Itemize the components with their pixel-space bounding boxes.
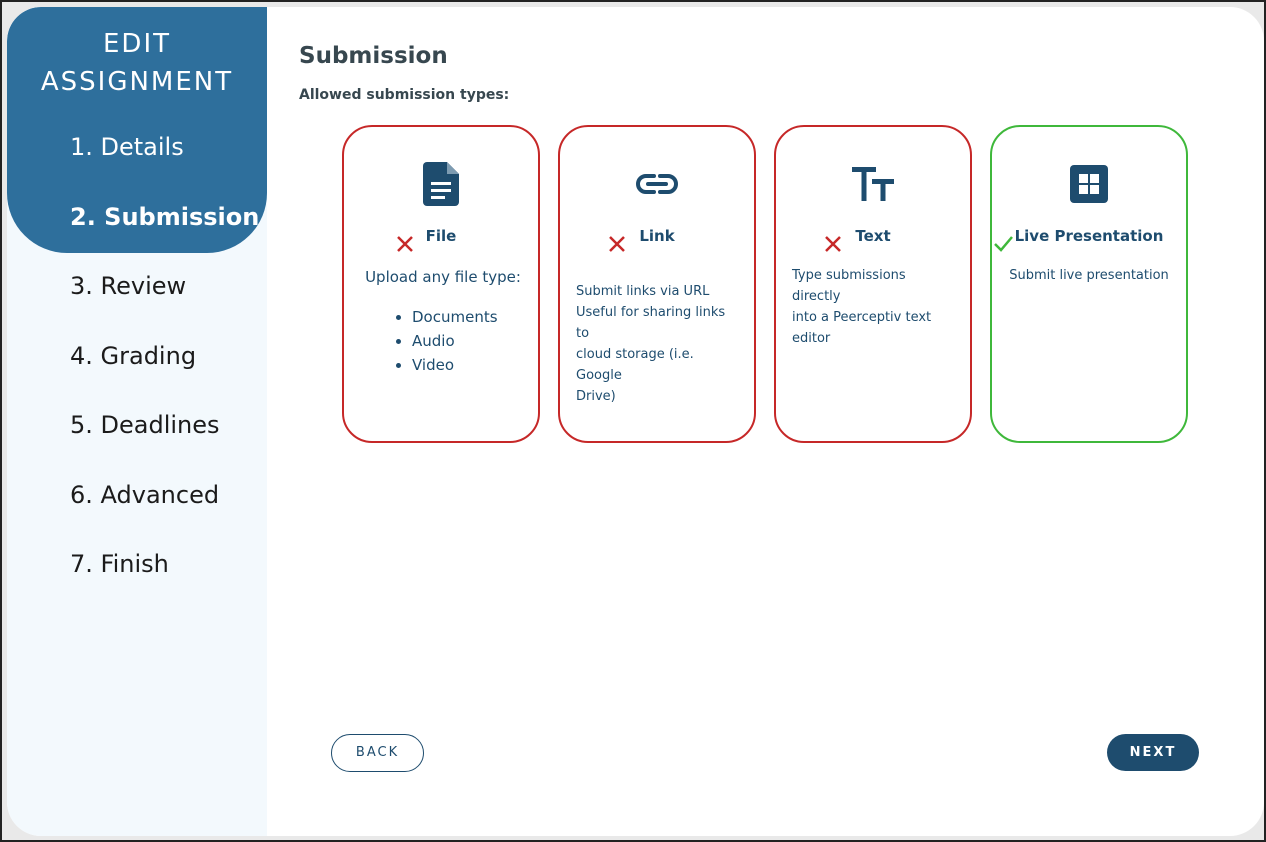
card-description: Type submissions directly into a Peercep…: [792, 265, 958, 349]
screen-frame: EDIT ASSIGNMENT 1. Details 2. Submission…: [0, 0, 1266, 842]
sidebar-item-advanced[interactable]: 6. Advanced: [70, 481, 219, 509]
card-name: Text: [855, 227, 891, 245]
text-format-icon: [776, 161, 970, 207]
sidebar-item-deadlines[interactable]: 5. Deadlines: [70, 411, 220, 439]
description-line: Type submissions directly: [792, 268, 906, 304]
sidebar-title: EDIT ASSIGNMENT: [7, 25, 267, 101]
description-line: Submit live presentation: [1009, 268, 1169, 283]
card-description: Submit live presentation: [1000, 265, 1178, 286]
main-content: Submission Allowed submission types: Fil…: [267, 7, 1264, 836]
description-line: cloud storage (i.e. Google: [576, 347, 694, 383]
sidebar-item-finish[interactable]: 7. Finish: [70, 550, 169, 578]
link-icon: [560, 161, 754, 207]
description-line: Submit links via URL: [576, 284, 710, 299]
file-type-list: Documents Audio Video: [394, 305, 498, 377]
submission-type-card-live-presentation[interactable]: Live Presentation Submit live presentati…: [990, 125, 1188, 443]
grid-icon: [992, 161, 1186, 207]
card-description: Submit links via URL Useful for sharing …: [576, 281, 742, 407]
list-item: Audio: [412, 329, 498, 353]
list-item: Documents: [412, 305, 498, 329]
description-line: Drive): [576, 389, 616, 404]
description-line: Useful for sharing links to: [576, 305, 726, 341]
sidebar-item-details[interactable]: 1. Details: [70, 133, 184, 161]
edit-assignment-window: EDIT ASSIGNMENT 1. Details 2. Submission…: [7, 7, 1264, 836]
sidebar-item-submission[interactable]: 2. Submission: [70, 203, 259, 231]
sidebar-title-line2: ASSIGNMENT: [40, 67, 234, 97]
card-name: Link: [639, 227, 675, 245]
sidebar-item-grading[interactable]: 4. Grading: [70, 342, 196, 370]
submission-type-card-text[interactable]: Text Type submissions directly into a Pe…: [774, 125, 972, 443]
card-description: Upload any file type:: [365, 268, 521, 286]
next-button[interactable]: NEXT: [1107, 734, 1199, 771]
page-title: Submission: [299, 43, 448, 69]
description-line: into a Peerceptiv text: [792, 310, 932, 325]
card-name: Live Presentation: [1014, 227, 1164, 245]
submission-type-card-link[interactable]: Link Submit links via URL Useful for sha…: [558, 125, 756, 443]
sidebar-title-line1: EDIT: [103, 29, 171, 59]
allowed-types-label: Allowed submission types:: [299, 87, 510, 103]
description-line: editor: [792, 331, 831, 346]
card-name: File: [425, 227, 457, 245]
file-icon: [344, 161, 538, 207]
back-button[interactable]: BACK: [331, 734, 424, 772]
sidebar: EDIT ASSIGNMENT 1. Details 2. Submission…: [7, 7, 267, 836]
list-item: Video: [412, 353, 498, 377]
sidebar-item-review[interactable]: 3. Review: [70, 272, 186, 300]
submission-type-card-file[interactable]: File Upload any file type: Documents Aud…: [342, 125, 540, 443]
